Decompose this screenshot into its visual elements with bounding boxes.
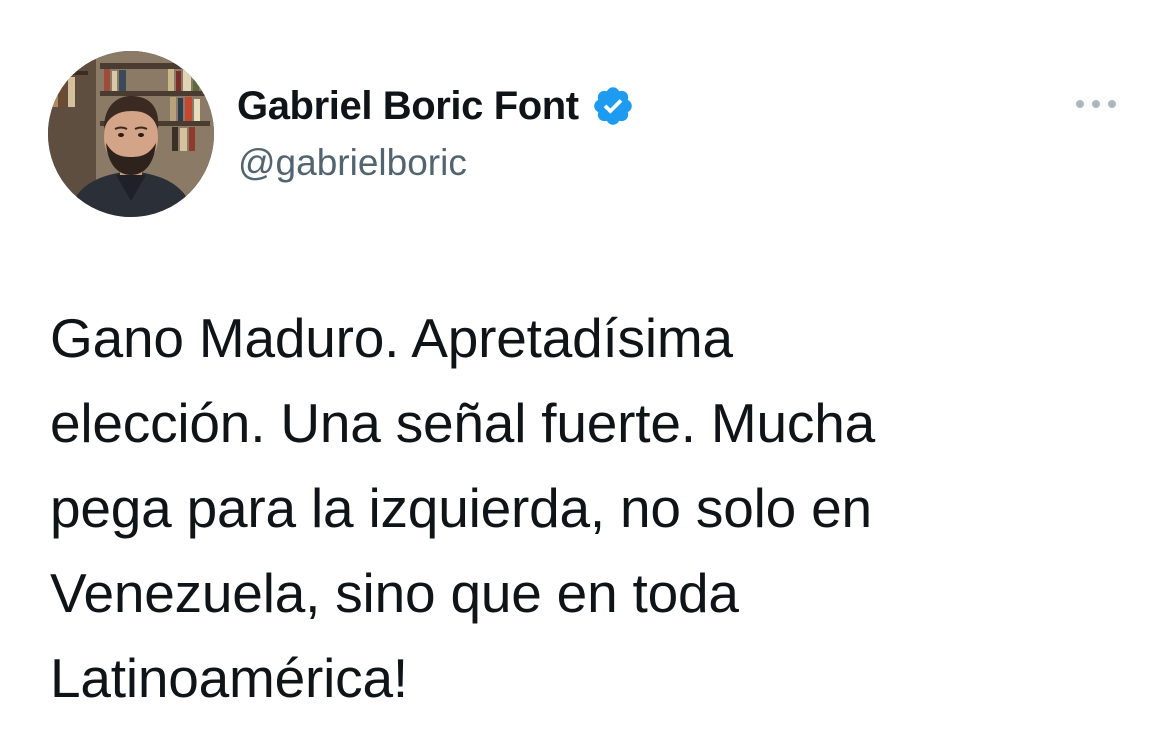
verified-badge-icon — [591, 84, 635, 128]
tweet-text-line: Venezuela, sino que en toda — [50, 562, 739, 624]
profile-photo-icon — [48, 51, 214, 217]
author-handle[interactable]: @gabrielboric — [238, 141, 467, 185]
tweet-text: Gano Maduro. Apretadísima elección. Una … — [50, 296, 1120, 721]
avatar[interactable] — [48, 51, 214, 217]
tweet-text-line: elección. Una señal fuerte. Mucha — [50, 392, 875, 454]
tweet-text-line: Latinoamérica! — [50, 647, 408, 709]
author-display-name[interactable]: Gabriel Boric Font — [237, 83, 579, 129]
more-options-button[interactable] — [1068, 86, 1124, 122]
more-horizontal-icon — [1076, 100, 1116, 108]
tweet-text-line: Gano Maduro. Apretadísima — [50, 307, 733, 369]
author-name-row: Gabriel Boric Font — [237, 83, 635, 129]
tweet-text-line: pega para la izquierda, no solo en — [50, 477, 872, 539]
tweet-card: Gabriel Boric Font @gabrielboric Gano Ma… — [0, 0, 1160, 750]
